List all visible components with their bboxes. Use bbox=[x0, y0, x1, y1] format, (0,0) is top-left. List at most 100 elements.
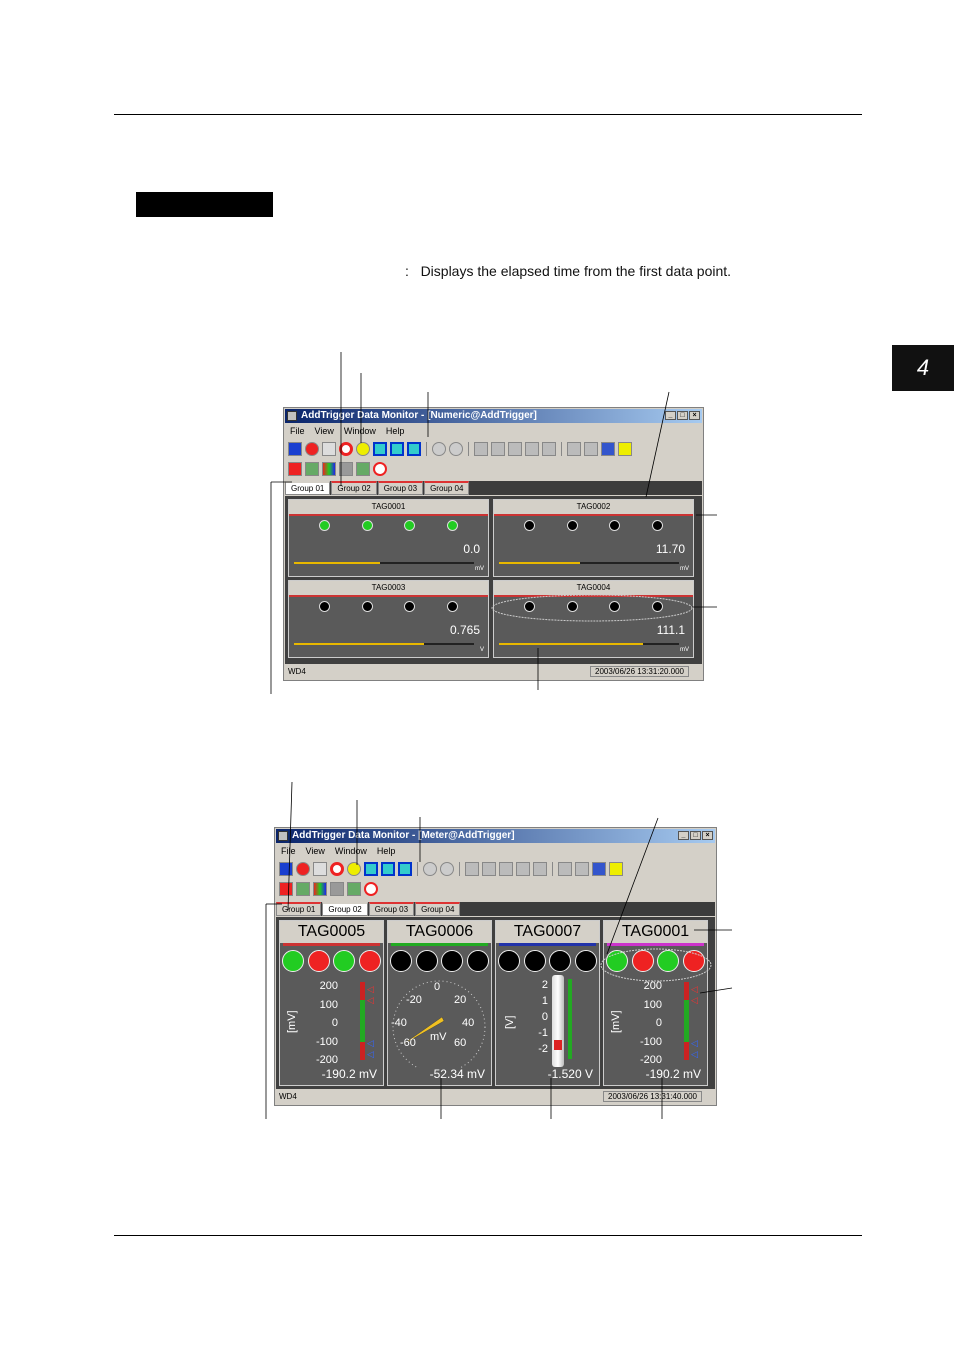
digital-icon[interactable] bbox=[330, 882, 344, 896]
maximize-button[interactable]: □ bbox=[690, 831, 701, 840]
tab-group-04[interactable]: Group 04 bbox=[424, 481, 470, 495]
view-meter-icon[interactable] bbox=[407, 442, 421, 456]
stop-icon[interactable] bbox=[305, 442, 319, 456]
window-title-bar[interactable]: AddTrigger Data Monitor - [Meter@AddTrig… bbox=[276, 829, 715, 843]
connect-icon[interactable] bbox=[279, 862, 293, 876]
menu-view[interactable]: View bbox=[301, 846, 330, 856]
close-button[interactable]: × bbox=[702, 831, 713, 840]
chart-icon[interactable] bbox=[305, 462, 319, 476]
numeric-panel[interactable]: TAG0002 11.70 mV bbox=[493, 499, 694, 577]
help-icon[interactable] bbox=[618, 442, 632, 456]
dial-meter-panel[interactable]: TAG0006 0 -20 20 -40 40 -60 60 mV -52.34… bbox=[387, 920, 492, 1086]
color-icon[interactable] bbox=[313, 882, 327, 896]
menu-view[interactable]: View bbox=[310, 426, 339, 436]
zoom-in-icon[interactable] bbox=[423, 862, 437, 876]
tab-group-02[interactable]: Group 02 bbox=[322, 902, 368, 916]
chart-icon[interactable] bbox=[296, 882, 310, 896]
lamp-red bbox=[358, 950, 381, 972]
menu-file[interactable]: File bbox=[276, 846, 301, 856]
trigger-icon[interactable] bbox=[347, 862, 361, 876]
zoom-out-icon[interactable] bbox=[449, 442, 463, 456]
connect-icon[interactable] bbox=[288, 442, 302, 456]
layout-3-icon[interactable] bbox=[508, 442, 522, 456]
record-icon[interactable] bbox=[339, 442, 353, 456]
layout-2-icon[interactable] bbox=[491, 442, 505, 456]
view-trend-icon[interactable] bbox=[373, 442, 387, 456]
minimize-button[interactable]: _ bbox=[665, 411, 676, 420]
layout-4-icon[interactable] bbox=[525, 442, 539, 456]
app-icon bbox=[287, 411, 297, 421]
tab-group-01[interactable]: Group 01 bbox=[276, 902, 322, 916]
color-icon[interactable] bbox=[322, 462, 336, 476]
print-icon[interactable] bbox=[592, 862, 606, 876]
numeric-panel[interactable]: TAG0003 0.765 V bbox=[288, 580, 489, 658]
tab-group-01[interactable]: Group 01 bbox=[285, 481, 331, 495]
view-numeric-icon[interactable] bbox=[381, 862, 395, 876]
unit-label: [mV] bbox=[286, 1010, 298, 1033]
alarm-icon[interactable] bbox=[279, 882, 293, 896]
tab-group-02[interactable]: Group 02 bbox=[331, 481, 377, 495]
minimize-button[interactable]: _ bbox=[678, 831, 689, 840]
view-trend-icon[interactable] bbox=[364, 862, 378, 876]
alarm-icon[interactable] bbox=[288, 462, 302, 476]
window-title-bar[interactable]: AddTrigger Data Monitor - [Numeric@AddTr… bbox=[285, 409, 702, 423]
align-icon[interactable] bbox=[558, 862, 572, 876]
timer-icon[interactable] bbox=[373, 462, 387, 476]
toolbar-separator bbox=[417, 862, 418, 876]
level-bar-fill bbox=[499, 643, 643, 645]
lamp-off bbox=[566, 601, 578, 612]
maximize-button[interactable]: □ bbox=[677, 411, 688, 420]
lamp-off bbox=[318, 601, 330, 612]
layout-1-icon[interactable] bbox=[474, 442, 488, 456]
tab-group-03[interactable]: Group 03 bbox=[377, 481, 424, 495]
thermo-meter-panel[interactable]: TAG0007 2 1 0 -1 -2 [V] -1.520 V bbox=[495, 920, 600, 1086]
bar-meter-panel[interactable]: TAG0001 200 100 0 -100 -200 [mV] ◁ ◁ ◁ ◁ -… bbox=[603, 920, 708, 1086]
lamp-off bbox=[652, 601, 664, 612]
settings-icon[interactable] bbox=[356, 462, 370, 476]
trigger-icon[interactable] bbox=[356, 442, 370, 456]
layout-1-icon[interactable] bbox=[465, 862, 479, 876]
scale-label: 100 bbox=[319, 998, 338, 1011]
record-icon[interactable] bbox=[330, 862, 344, 876]
view-numeric-icon[interactable] bbox=[390, 442, 404, 456]
menu-window[interactable]: Window bbox=[330, 846, 372, 856]
zoom-out-icon[interactable] bbox=[440, 862, 454, 876]
layout-2-icon[interactable] bbox=[482, 862, 496, 876]
layout-4-icon[interactable] bbox=[516, 862, 530, 876]
layout-5-icon[interactable] bbox=[542, 442, 556, 456]
bar-meter-panel[interactable]: TAG0005 200 100 0 -100 -200 [mV] ◁ ◁ ◁ ◁ -… bbox=[279, 920, 384, 1086]
tag-color-line bbox=[391, 943, 488, 946]
menu-file[interactable]: File bbox=[285, 426, 310, 436]
tab-group-04[interactable]: Group 04 bbox=[415, 902, 461, 916]
print-icon[interactable] bbox=[601, 442, 615, 456]
numeric-panel[interactable]: TAG0004 111.1 mV bbox=[493, 580, 694, 658]
layout-3-icon[interactable] bbox=[499, 862, 513, 876]
view-meter-icon[interactable] bbox=[398, 862, 412, 876]
panel-value: 11.70 bbox=[655, 542, 685, 556]
lamp-green bbox=[657, 950, 680, 972]
layout-5-icon[interactable] bbox=[533, 862, 547, 876]
menu-window[interactable]: Window bbox=[339, 426, 381, 436]
lamp-off bbox=[566, 520, 578, 531]
grid-icon[interactable] bbox=[575, 862, 589, 876]
timer-icon[interactable] bbox=[364, 882, 378, 896]
numeric-panel[interactable]: TAG0001 0.0 mV bbox=[288, 499, 489, 577]
menu-help[interactable]: Help bbox=[381, 426, 410, 436]
grid-icon[interactable] bbox=[584, 442, 598, 456]
scale-label: 100 bbox=[643, 998, 662, 1011]
trend-icon[interactable] bbox=[322, 442, 336, 456]
align-icon[interactable] bbox=[567, 442, 581, 456]
status-left: WD4 bbox=[288, 667, 306, 676]
lamp-off bbox=[361, 601, 373, 612]
digital-icon[interactable] bbox=[339, 462, 353, 476]
scale-label: 2 bbox=[541, 979, 548, 991]
trend-icon[interactable] bbox=[313, 862, 327, 876]
zoom-in-icon[interactable] bbox=[432, 442, 446, 456]
help-icon[interactable] bbox=[609, 862, 623, 876]
settings-icon[interactable] bbox=[347, 882, 361, 896]
close-button[interactable]: × bbox=[689, 411, 700, 420]
upper-alarm-marker bbox=[360, 982, 365, 1000]
stop-icon[interactable] bbox=[296, 862, 310, 876]
menu-help[interactable]: Help bbox=[372, 846, 401, 856]
tab-group-03[interactable]: Group 03 bbox=[368, 902, 415, 916]
